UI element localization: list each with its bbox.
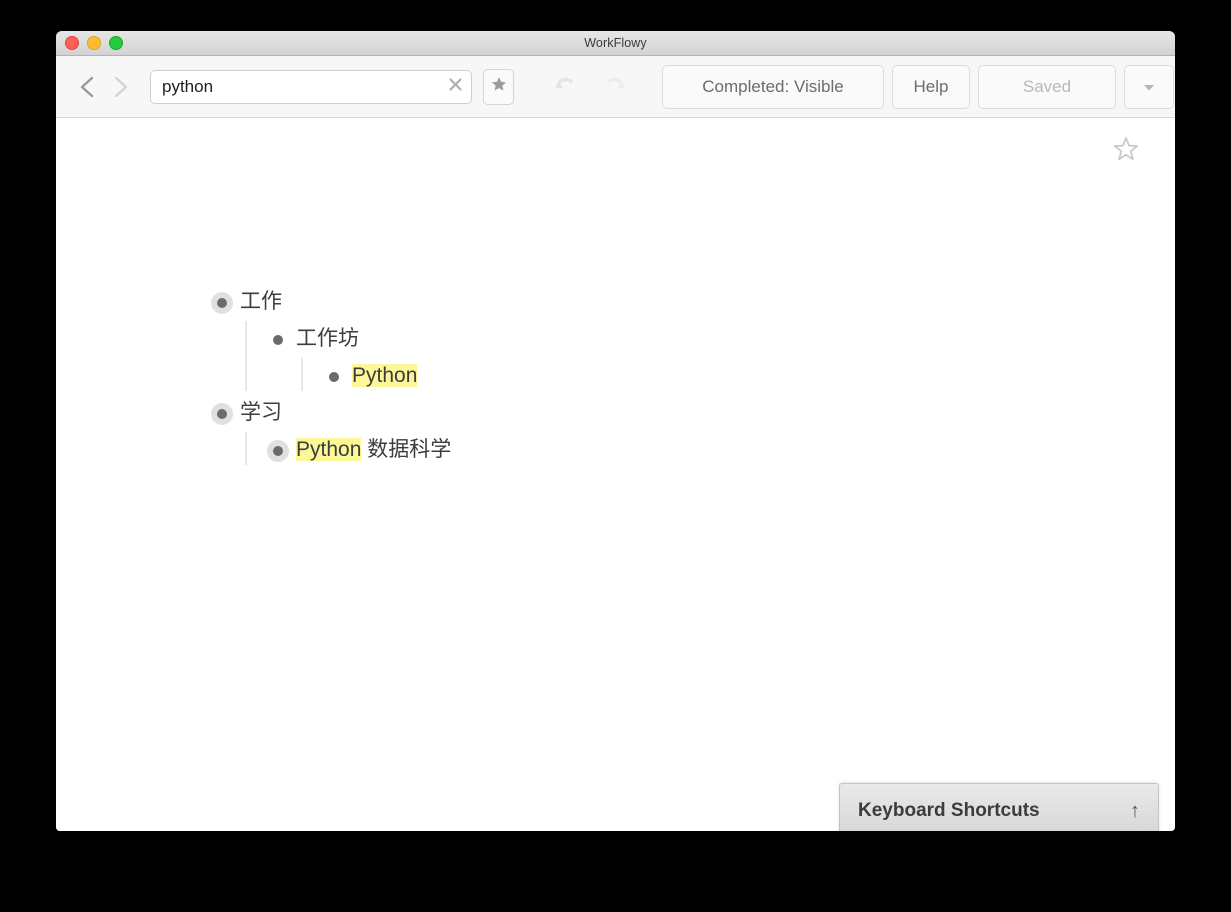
- outline-row[interactable]: 学习: [206, 395, 1026, 432]
- keyboard-shortcuts-panel[interactable]: Keyboard Shortcuts ↑: [839, 783, 1159, 831]
- outline-node-text: 工作: [240, 290, 282, 314]
- chevron-down-icon: [1142, 77, 1156, 97]
- back-button[interactable]: [70, 67, 104, 107]
- star-filled-icon: [491, 76, 507, 97]
- close-x-icon: [448, 77, 463, 97]
- minimize-window-button[interactable]: [87, 36, 101, 50]
- outline-row[interactable]: 工作: [206, 284, 1026, 321]
- keyboard-shortcuts-label: Keyboard Shortcuts: [858, 799, 1040, 821]
- outline-row[interactable]: 工作坊: [262, 321, 1026, 358]
- outline-children: 工作坊 Python: [230, 321, 1026, 395]
- toolbar-right-buttons: Completed: Visible Help Saved: [662, 64, 1174, 109]
- help-button[interactable]: Help: [892, 64, 970, 109]
- saved-status-label: Saved: [1022, 76, 1072, 96]
- toolbar: Completed: Visible Help Saved: [56, 56, 1175, 118]
- starred-searches-button[interactable]: [483, 68, 514, 105]
- outline-node-text-rest: 数据科学: [361, 438, 452, 462]
- outline-node-workshop: 工作坊 Python: [262, 321, 1026, 395]
- bullet-icon[interactable]: [262, 324, 294, 356]
- bullet-with-children-icon[interactable]: [206, 398, 238, 430]
- search-field-wrapper: [150, 69, 472, 104]
- outline-node-work: 工作 工作坊 Python: [206, 284, 1026, 395]
- traffic-light-controls: [65, 31, 123, 55]
- outline-node-python: Python: [318, 358, 1026, 395]
- favorite-page-button[interactable]: [1110, 135, 1142, 167]
- arrow-up-icon[interactable]: ↑: [1130, 801, 1140, 821]
- outline-row[interactable]: Python 数据科学: [262, 432, 1026, 469]
- outline-node-text: 学习: [240, 401, 282, 425]
- search-input[interactable]: [150, 69, 472, 104]
- tree-guide-line: [245, 321, 247, 391]
- bullet-dot: [217, 408, 227, 419]
- outline-children: Python: [286, 358, 1026, 395]
- outline-node-python-data-science: Python 数据科学: [262, 432, 1026, 469]
- redo-arrow-icon: [600, 78, 626, 97]
- bullet-dot: [217, 297, 227, 308]
- app-window: WorkFlowy python Completed: Visible Help…: [56, 31, 1175, 831]
- tree-guide-line: [301, 358, 303, 391]
- clear-search-button[interactable]: [444, 76, 466, 98]
- search-match-highlight: Python: [352, 364, 418, 388]
- redo-button[interactable]: [600, 75, 626, 98]
- outline-tree: 工作 工作坊 Python 学习 Python 数据科学: [206, 284, 1026, 469]
- tree-guide-line: [245, 432, 247, 465]
- bullet-dot: [273, 445, 283, 456]
- outline-node-text: Python: [352, 363, 418, 389]
- undo-redo-group: [554, 75, 626, 98]
- forward-button[interactable]: [104, 67, 138, 107]
- help-label: Help: [913, 76, 949, 96]
- close-window-button[interactable]: [65, 36, 79, 50]
- bullet-dot: [273, 334, 283, 345]
- bullet-dot: [329, 371, 339, 382]
- star-outline-icon: [1112, 135, 1140, 168]
- undo-button[interactable]: [554, 75, 580, 98]
- window-title: WorkFlowy: [584, 36, 647, 50]
- chevron-right-icon: [112, 73, 130, 101]
- toolbar-menu-button[interactable]: [1124, 64, 1174, 109]
- window-titlebar: WorkFlowy: [56, 31, 1175, 56]
- chevron-left-icon: [78, 73, 96, 101]
- bullet-icon[interactable]: [318, 361, 350, 393]
- document-page: 工作 工作坊 Python 学习 Python 数据科学 Keyboard Sh…: [56, 118, 1175, 831]
- bullet-with-children-icon[interactable]: [262, 435, 294, 467]
- maximize-window-button[interactable]: [109, 36, 123, 50]
- outline-row[interactable]: Python: [318, 358, 1026, 395]
- undo-arrow-icon: [554, 78, 580, 97]
- saved-status-button: Saved: [978, 64, 1116, 109]
- search-match-highlight: Python: [296, 438, 362, 462]
- outline-node-text: Python 数据科学: [296, 437, 451, 463]
- bullet-with-children-icon[interactable]: [206, 287, 238, 319]
- outline-node-study: 学习 Python 数据科学: [206, 395, 1026, 469]
- outline-children: Python 数据科学: [230, 432, 1026, 469]
- outline-node-text: 工作坊: [296, 327, 359, 351]
- completed-visibility-button[interactable]: Completed: Visible: [662, 64, 884, 109]
- completed-visibility-label: Completed: Visible: [702, 76, 844, 96]
